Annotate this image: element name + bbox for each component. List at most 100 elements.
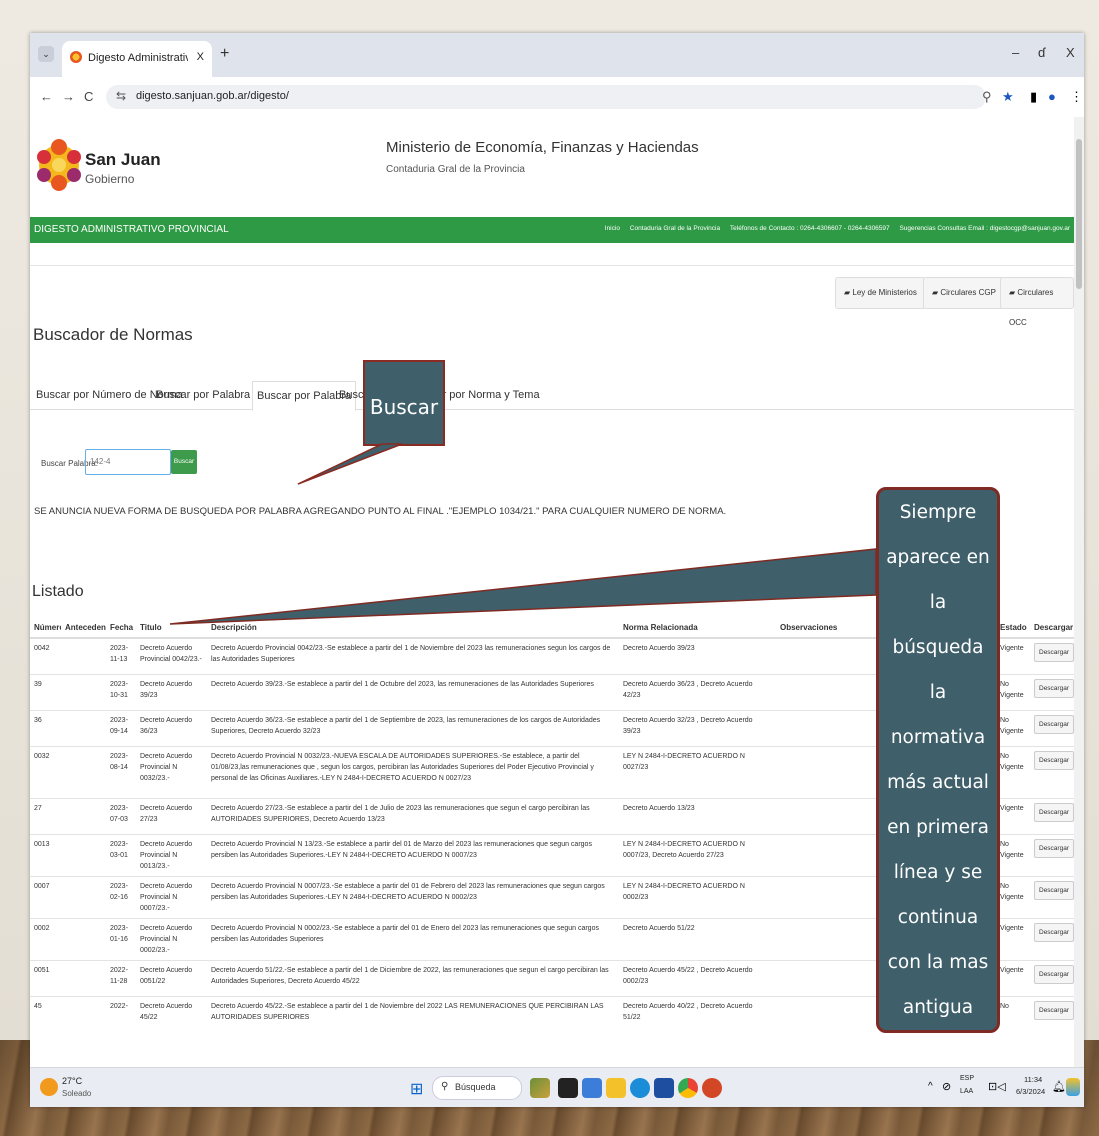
- tray-network-icon[interactable]: ⊘: [942, 1080, 951, 1093]
- download-button[interactable]: Descargar: [1034, 750, 1074, 770]
- browser-tab[interactable]: Digesto Administrativo Provinc X: [62, 41, 212, 77]
- back-icon[interactable]: ←: [40, 89, 53, 104]
- windows-taskbar: 27°C Soleado ⊞ ⚲ Búsqueda ^ ⊘ ESP LAA ⊡◁…: [30, 1067, 1084, 1107]
- cell-numero: 0051: [30, 959, 61, 996]
- profile-icon[interactable]: ●: [1048, 89, 1056, 104]
- weather-desc[interactable]: Soleado: [62, 1089, 91, 1098]
- col-observaciones[interactable]: Observaciones: [776, 617, 866, 639]
- new-tab-button[interactable]: +: [220, 45, 229, 63]
- download-button[interactable]: Descargar: [1034, 880, 1074, 900]
- nav-link-sugerencias[interactable]: Sugerencias Consultas Email : digestocgp…: [899, 225, 1070, 232]
- files-app-icon[interactable]: [582, 1078, 602, 1098]
- site-settings-icon[interactable]: ⇆: [116, 89, 126, 103]
- col-titulo[interactable]: Titulo: [136, 617, 207, 639]
- restore-button[interactable]: ɗ: [1038, 45, 1045, 60]
- cell-antecedente: [61, 995, 106, 1032]
- download-button[interactable]: Descargar: [1034, 964, 1074, 984]
- col-numero[interactable]: Número: [30, 617, 61, 639]
- cell-titulo: Decreto Acuerdo 39/23: [136, 673, 207, 710]
- cell-estado: Vigente: [996, 797, 1030, 834]
- col-norma-relacionada[interactable]: Norma Relacionada: [619, 617, 776, 639]
- col-descripcion[interactable]: Descripción: [207, 617, 619, 639]
- site-nav-bar: DIGESTO ADMINISTRATIVO PROVINCIAL Inicio…: [30, 217, 1074, 243]
- cell-titulo: Decreto Acuerdo 27/23: [136, 797, 207, 834]
- clock-date[interactable]: 6/3/2024: [1016, 1087, 1045, 1096]
- callout-line: continua: [897, 907, 979, 928]
- cell-descripcion: Decreto Acuerdo 36/23.-Se establece a pa…: [207, 709, 619, 746]
- store-icon[interactable]: [654, 1078, 674, 1098]
- callout-line: antigua: [902, 997, 974, 1018]
- col-antecedente[interactable]: Antecedente: [61, 617, 106, 639]
- callout-line: con la mas: [887, 952, 989, 973]
- reload-icon[interactable]: C: [84, 89, 93, 104]
- edge-icon[interactable]: [630, 1078, 650, 1098]
- zoom-icon[interactable]: ⚲: [982, 89, 992, 105]
- minimize-button[interactable]: –: [1012, 45, 1019, 60]
- site-nav-title[interactable]: DIGESTO ADMINISTRATIVO PROVINCIAL: [34, 224, 229, 235]
- cell-descargar: Descargar: [1030, 833, 1074, 876]
- cell-estado: Vigente: [996, 917, 1030, 960]
- cell-numero: 0032: [30, 745, 61, 798]
- task-view-icon[interactable]: [558, 1078, 578, 1098]
- copilot-icon[interactable]: [1066, 1078, 1080, 1096]
- cell-estado: Vigente: [996, 637, 1030, 674]
- callout-buscar-pointer: [297, 443, 403, 485]
- cell-descripcion: Decreto Acuerdo 51/22.-Se establece a pa…: [207, 959, 619, 996]
- volume-icon[interactable]: ⊡◁: [988, 1080, 1006, 1093]
- close-window-button[interactable]: X: [1066, 45, 1075, 60]
- download-button[interactable]: Descargar: [1034, 922, 1074, 942]
- download-button[interactable]: Descargar: [1034, 678, 1074, 698]
- col-estado[interactable]: Estado: [996, 617, 1030, 639]
- url-field[interactable]: ⇆ digesto.sanjuan.gob.ar/digesto/: [106, 85, 986, 109]
- taskbar-search[interactable]: ⚲ Búsqueda: [432, 1076, 522, 1100]
- download-button[interactable]: Descargar: [1034, 838, 1074, 858]
- weather-temp[interactable]: 27°C: [62, 1076, 82, 1086]
- chrome-icon[interactable]: [678, 1078, 698, 1098]
- notification-icon[interactable]: 🔔︎: [1052, 1080, 1066, 1093]
- cell-norma-relacionada: Decreto Acuerdo 51/22: [619, 917, 776, 960]
- search-button[interactable]: Buscar: [171, 450, 197, 474]
- cell-descargar: Descargar: [1030, 959, 1074, 996]
- tray-chevron-icon[interactable]: ^: [928, 1081, 933, 1092]
- search-input[interactable]: 142-4: [85, 449, 171, 475]
- page-scrollbar[interactable]: [1074, 117, 1084, 1067]
- tab-close-icon[interactable]: X: [197, 51, 204, 63]
- browser-screenshot: ⌄ Digesto Administrativo Provinc X + – ɗ…: [30, 33, 1084, 1107]
- cell-estado: No Vigente: [996, 709, 1030, 746]
- col-fecha[interactable]: Fecha: [106, 617, 136, 639]
- weather-icon[interactable]: [40, 1078, 58, 1096]
- cell-titulo: Decreto Acuerdo Provincial N 0007/23.-: [136, 875, 207, 918]
- file-explorer-icon[interactable]: [606, 1078, 626, 1098]
- callout-line: línea y se: [893, 862, 983, 883]
- ley-ministerios-button[interactable]: ▰ Ley de Ministerios: [835, 277, 926, 309]
- clock-time[interactable]: 11:34: [1024, 1075, 1042, 1084]
- nav-link-contaduria[interactable]: Contaduria Gral de la Provincia: [630, 225, 720, 232]
- scrollbar-thumb[interactable]: [1076, 139, 1082, 289]
- widget-app-icon[interactable]: [530, 1078, 550, 1098]
- tab-search-icon[interactable]: ⌄: [38, 46, 54, 62]
- bookmark-star-icon[interactable]: ★: [1002, 89, 1014, 105]
- lang-primary[interactable]: ESP: [960, 1075, 974, 1082]
- menu-icon[interactable]: ⋮: [1070, 89, 1083, 105]
- start-icon[interactable]: ⊞: [410, 1079, 423, 1099]
- lang-secondary[interactable]: LAA: [960, 1088, 973, 1095]
- download-button[interactable]: Descargar: [1034, 802, 1074, 822]
- download-button[interactable]: Descargar: [1034, 643, 1074, 662]
- powerpoint-icon[interactable]: [702, 1078, 722, 1098]
- sidepanel-icon[interactable]: ▮: [1030, 89, 1037, 105]
- nav-link-telefonos[interactable]: Teléfonos de Contacto : 0264-4306607 - 0…: [730, 225, 890, 232]
- callout-buscar: Buscar: [363, 360, 445, 446]
- cell-antecedente: [61, 797, 106, 834]
- circulares-cgp-button[interactable]: ▰ Circulares CGP: [923, 277, 1005, 309]
- cell-descripcion: Decreto Acuerdo 45/22.-Se establece a pa…: [207, 995, 619, 1032]
- download-button[interactable]: Descargar: [1034, 1000, 1074, 1020]
- download-button[interactable]: Descargar: [1034, 714, 1074, 734]
- cell-observaciones: [776, 673, 866, 710]
- circulares-occ-button[interactable]: ▰ Circulares OCC: [1000, 277, 1074, 327]
- forward-icon[interactable]: →: [62, 89, 75, 104]
- cell-descripcion: Decreto Acuerdo Provincial N 0002/23.-Se…: [207, 917, 619, 960]
- search-tabs: Buscar por Número de Norma Buscar por Pa…: [30, 381, 1074, 411]
- favicon-icon: [70, 51, 82, 63]
- cell-descargar: Descargar: [1030, 745, 1074, 798]
- nav-link-inicio[interactable]: Inicio: [605, 225, 620, 232]
